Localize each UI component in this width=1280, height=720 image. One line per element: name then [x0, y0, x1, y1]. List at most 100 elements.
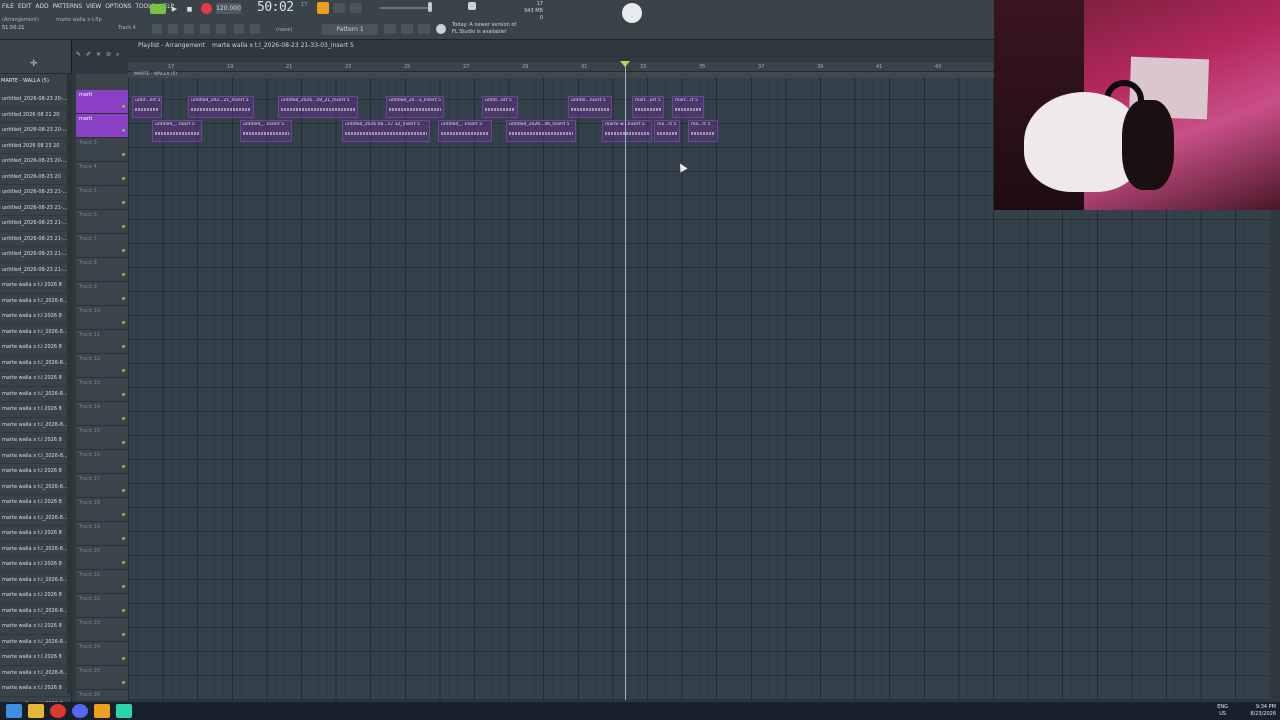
audio-clip[interactable]: untitled_...Insert 5 [240, 120, 292, 142]
track-mute-led[interactable] [122, 369, 125, 372]
browser-file-item[interactable]: marte walla x t.l_2026-8... [0, 480, 72, 495]
audio-clip[interactable]: mart...rt 5 [672, 96, 704, 118]
countdown-button[interactable] [333, 3, 345, 13]
track-header[interactable]: Track 5 [76, 186, 128, 210]
audio-clip[interactable]: untitled_2026...46_Insert 5 [506, 120, 576, 142]
app-taskbar-icon[interactable] [116, 704, 132, 718]
track-header[interactable]: Track 24 [76, 642, 128, 666]
track-mute-led[interactable] [122, 177, 125, 180]
menu-patterns[interactable]: PATTERNS [52, 3, 82, 10]
audio-clip[interactable]: mart...ert 5 [632, 96, 664, 118]
audio-clip[interactable]: untitled_...nsert 5 [152, 120, 202, 142]
browser-app-icon[interactable] [50, 704, 66, 718]
browser-file-item[interactable]: marte walla x t.l 2026 8 [0, 681, 72, 697]
track-header[interactable]: Track 16 [76, 450, 128, 474]
track-header[interactable]: Track 8 [76, 258, 128, 282]
audio-clip[interactable]: untitle...nsert 5 [568, 96, 612, 118]
playhead-marker[interactable] [620, 61, 630, 67]
master-volume-handle[interactable] [428, 2, 432, 12]
track-header[interactable]: Track 6 [76, 210, 128, 234]
track-mute-led[interactable] [122, 465, 125, 468]
play-button[interactable]: ▶ [170, 4, 179, 14]
track-header[interactable]: Track 9 [76, 282, 128, 306]
browser-file-item[interactable]: marte walla x t.l 2026 8 [0, 464, 72, 480]
audio-clip[interactable]: untitl...ert 5 [482, 96, 518, 118]
browser-file-item[interactable]: untitled_2026-08-23 21-... [0, 201, 72, 216]
browser-file-item[interactable]: marte walla x t.l_2026-8... [0, 449, 72, 464]
track-mute-led[interactable] [122, 153, 125, 156]
file-explorer-icon[interactable] [28, 704, 44, 718]
browser-expand-icon[interactable]: ✛ [30, 59, 38, 69]
menu-edit[interactable]: EDIT [18, 3, 32, 10]
browser-file-item[interactable]: marte walla x t.l 2026 8 [0, 557, 72, 573]
browser-file-item[interactable]: marte walla x t.l_2026-8... [0, 666, 72, 681]
browser-folder-title[interactable]: MARTE - WALLA (5) [1, 78, 49, 84]
browser-file-item[interactable]: untitled_2026-08-23 20-... [0, 92, 72, 108]
audio-clip[interactable]: untit...ert 5 [132, 96, 162, 118]
track-header[interactable]: Track 3 [76, 138, 128, 162]
track-header[interactable]: Track 18 [76, 498, 128, 522]
browser-file-item[interactable]: marte walla x t.l_2026-8... [0, 356, 72, 371]
snap-icon[interactable] [152, 24, 162, 34]
menu-view[interactable]: VIEW [86, 3, 101, 10]
track-mute-led[interactable] [122, 609, 125, 612]
track-header[interactable]: Track 10 [76, 306, 128, 330]
browser-file-item[interactable]: marte walla x t.l_2026-8... [0, 387, 72, 402]
track-header[interactable]: Track 17 [76, 474, 128, 498]
track-header[interactable]: Track 7 [76, 234, 128, 258]
windows-start-icon[interactable] [6, 704, 22, 718]
browser-file-item[interactable]: untitled_2026-08-23 21-... [0, 185, 72, 201]
track-mute-led[interactable] [122, 657, 125, 660]
browser-file-item[interactable]: marte walla x t.l 2026 8 [0, 526, 72, 542]
browser-file-item[interactable]: marte walla x t.l 2026 8 [0, 402, 72, 418]
audio-clip[interactable]: untitled_...Insert 5 [438, 120, 492, 142]
track-mute-led[interactable] [122, 537, 125, 540]
audio-clip[interactable]: untitled_2026 08...57 32_Insert 5 [342, 120, 430, 142]
browser-file-item[interactable]: marte walla x t.l 2026 8 [0, 309, 72, 325]
stop-button[interactable]: ■ [185, 4, 194, 14]
track-mute-led[interactable] [122, 489, 125, 492]
browser-file-item[interactable]: marte walla x t.l 2026 8 [0, 495, 72, 511]
audio-clip[interactable]: untitled_202...21_Insert 5 [188, 96, 254, 118]
master-volume-slider[interactable] [380, 7, 428, 9]
loop-record-button[interactable] [350, 3, 362, 13]
browser-file-item[interactable]: untitled 2026 08 21 20 [0, 108, 72, 123]
update-icon[interactable] [436, 24, 446, 34]
browser-file-item[interactable]: untitled_2026-08-23 21-... [0, 247, 72, 263]
track-mute-led[interactable] [122, 129, 125, 132]
browser-file-item[interactable]: marte walla x t.l 2026 8 [0, 588, 72, 604]
track-header[interactable]: Track 15 [76, 426, 128, 450]
track-mute-led[interactable] [122, 273, 125, 276]
track-mute-led[interactable] [122, 585, 125, 588]
track-mute-led[interactable] [122, 441, 125, 444]
track-header[interactable]: marti [76, 90, 128, 114]
track-mute-led[interactable] [122, 393, 125, 396]
menu-add[interactable]: ADD [35, 3, 48, 10]
menu-file[interactable]: FILE [2, 3, 14, 10]
browser-file-item[interactable]: untitled_2026-08-23 20-... [0, 154, 72, 170]
track-mute-led[interactable] [122, 105, 125, 108]
update-notice[interactable]: Today: A newer version of FL Studio is a… [452, 22, 516, 36]
track-mute-led[interactable] [122, 297, 125, 300]
track-header[interactable]: Track 19 [76, 522, 128, 546]
pattern-song-toggle[interactable] [150, 4, 166, 14]
delete-tool-icon[interactable]: ✕ [96, 51, 101, 58]
mute-tool-icon[interactable]: ⊘ [106, 51, 111, 58]
track-mute-led[interactable] [122, 321, 125, 324]
track-header[interactable]: Track 4 [76, 162, 128, 186]
track-header[interactable]: marti [76, 114, 128, 138]
mixer-icon[interactable] [216, 24, 226, 34]
track-mute-led[interactable] [122, 561, 125, 564]
menu-options[interactable]: OPTIONS [105, 3, 131, 10]
metronome-button[interactable] [317, 2, 329, 14]
browser-file-item[interactable]: untitled 2026 08 23 20 [0, 139, 72, 154]
browser-file-item[interactable]: marte walla x t.l_2026-8... [0, 604, 72, 619]
browser-file-item[interactable]: untitled_2026-08-23 21-... [0, 232, 72, 247]
steam-icon[interactable] [622, 3, 642, 23]
browser-file-item[interactable]: marte walla x t.l_2026-8... [0, 294, 72, 309]
track-mute-led[interactable] [122, 633, 125, 636]
playlist-icon[interactable] [168, 24, 178, 34]
browser-file-item[interactable]: marte walla x t.l 2026 8 [0, 619, 72, 635]
audio-clip[interactable]: marte w...Insert 5 [602, 120, 652, 142]
record-button[interactable] [201, 3, 212, 14]
